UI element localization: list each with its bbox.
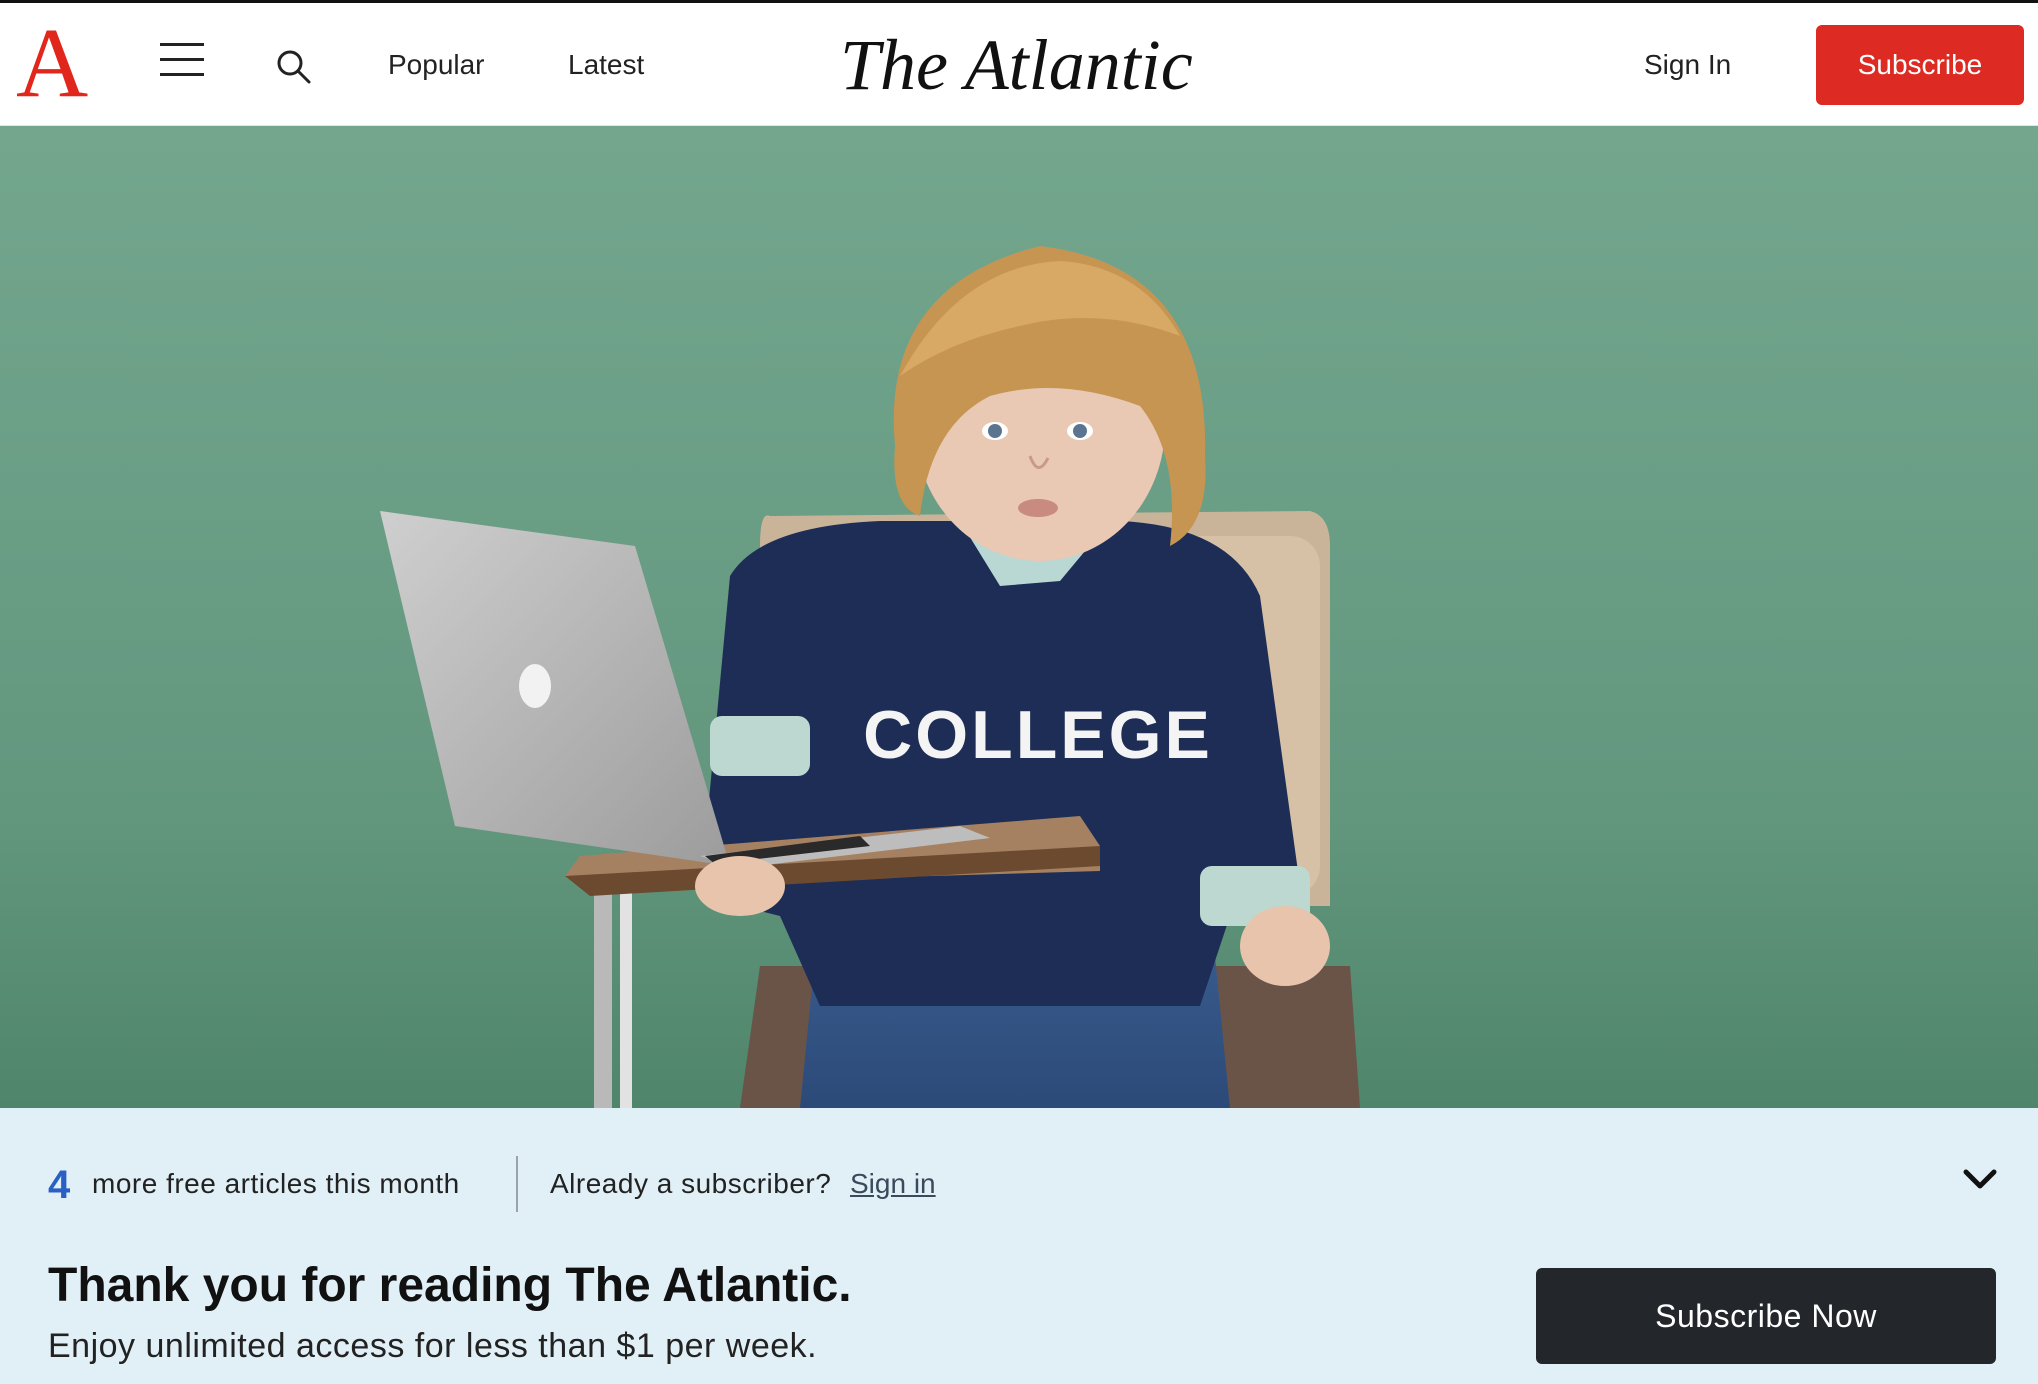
free-articles-text: more free articles this month bbox=[92, 1168, 460, 1199]
subscribe-button[interactable]: Subscribe bbox=[1816, 25, 2024, 105]
paywall-subheading: Enjoy unlimited access for less than $1 … bbox=[48, 1327, 818, 1365]
hamburger-menu-icon[interactable] bbox=[160, 43, 204, 77]
search-icon[interactable] bbox=[274, 47, 314, 87]
nav-popular-link[interactable]: Popular bbox=[388, 47, 485, 83]
sweater-text: COLLEGE bbox=[863, 697, 1213, 773]
banner-divider bbox=[516, 1156, 518, 1212]
sign-in-inline-link[interactable]: Sign in bbox=[850, 1166, 936, 1202]
paywall-heading: Thank you for reading The Atlantic. bbox=[48, 1259, 852, 1312]
masthead-title[interactable]: The Atlantic bbox=[840, 17, 1200, 113]
already-subscriber-text: Already a subscriber? bbox=[550, 1168, 832, 1199]
chevron-down-icon[interactable] bbox=[1960, 1164, 2000, 1196]
nav-latest-link[interactable]: Latest bbox=[568, 47, 644, 83]
site-header: A Popular Latest The Atlantic Sign In Su… bbox=[0, 0, 2038, 126]
sign-in-link[interactable]: Sign In bbox=[1644, 47, 1731, 83]
subscribe-now-button[interactable]: Subscribe Now bbox=[1536, 1268, 1996, 1364]
free-articles-count: 4 bbox=[48, 1163, 71, 1207]
atlantic-logo[interactable]: A bbox=[16, 13, 88, 113]
hero-image: COLLEGE bbox=[0, 126, 2038, 1108]
